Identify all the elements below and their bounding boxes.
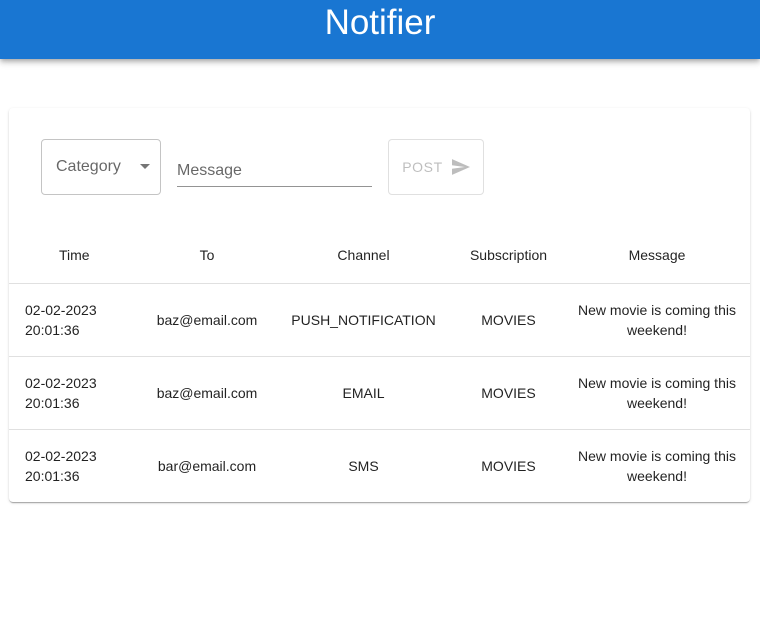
- column-header-to: To: [199, 247, 215, 264]
- cell-subscription: MOVIES: [481, 384, 536, 401]
- cell-channel: EMAIL: [342, 384, 385, 401]
- cell-to: bar@email.com: [157, 457, 257, 474]
- notifications-card: Category POST Time To Channel Subscripti…: [9, 108, 750, 502]
- table-row: 02-02-2023 20:01:36 bar@email.com SMS MO…: [9, 429, 750, 502]
- table-row: 02-02-2023 20:01:36 baz@email.com EMAIL …: [9, 356, 750, 429]
- cell-message: New movie is coming this weekend!: [578, 301, 736, 338]
- cell-subscription: MOVIES: [481, 457, 536, 474]
- cell-to: baz@email.com: [156, 384, 258, 401]
- cell-channel: SMS: [348, 457, 379, 474]
- notifications-table: Time To Channel Subscription Message 02-…: [9, 228, 750, 502]
- message-field[interactable]: [177, 156, 372, 187]
- cell-time: 02-02-2023 20:01:36: [25, 447, 97, 484]
- post-button[interactable]: POST: [388, 139, 484, 195]
- cell-time: 02-02-2023 20:01:36: [25, 301, 97, 338]
- cell-message: New movie is coming this weekend!: [578, 447, 736, 484]
- category-select-label: Category: [56, 158, 121, 175]
- cell-message: New movie is coming this weekend!: [578, 374, 736, 411]
- app-title: Notifier: [324, 3, 436, 42]
- column-header-subscription: Subscription: [469, 247, 548, 264]
- table-row: 02-02-2023 20:01:36 baz@email.com PUSH_N…: [9, 283, 750, 356]
- category-select[interactable]: Category: [41, 139, 161, 195]
- app-bar: Notifier: [0, 0, 760, 59]
- send-icon: [451, 159, 470, 175]
- table-header-row: Time To Channel Subscription Message: [9, 228, 750, 283]
- column-header-channel: Channel: [337, 247, 390, 264]
- post-button-label: POST: [402, 159, 443, 175]
- column-header-time: Time: [59, 247, 90, 264]
- message-input[interactable]: [177, 156, 372, 186]
- cell-subscription: MOVIES: [481, 311, 536, 328]
- cell-time: 02-02-2023 20:01:36: [25, 374, 97, 411]
- chevron-down-icon: [140, 164, 150, 169]
- column-header-message: Message: [628, 247, 686, 264]
- cell-channel: PUSH_NOTIFICATION: [291, 311, 436, 328]
- cell-to: baz@email.com: [156, 311, 258, 328]
